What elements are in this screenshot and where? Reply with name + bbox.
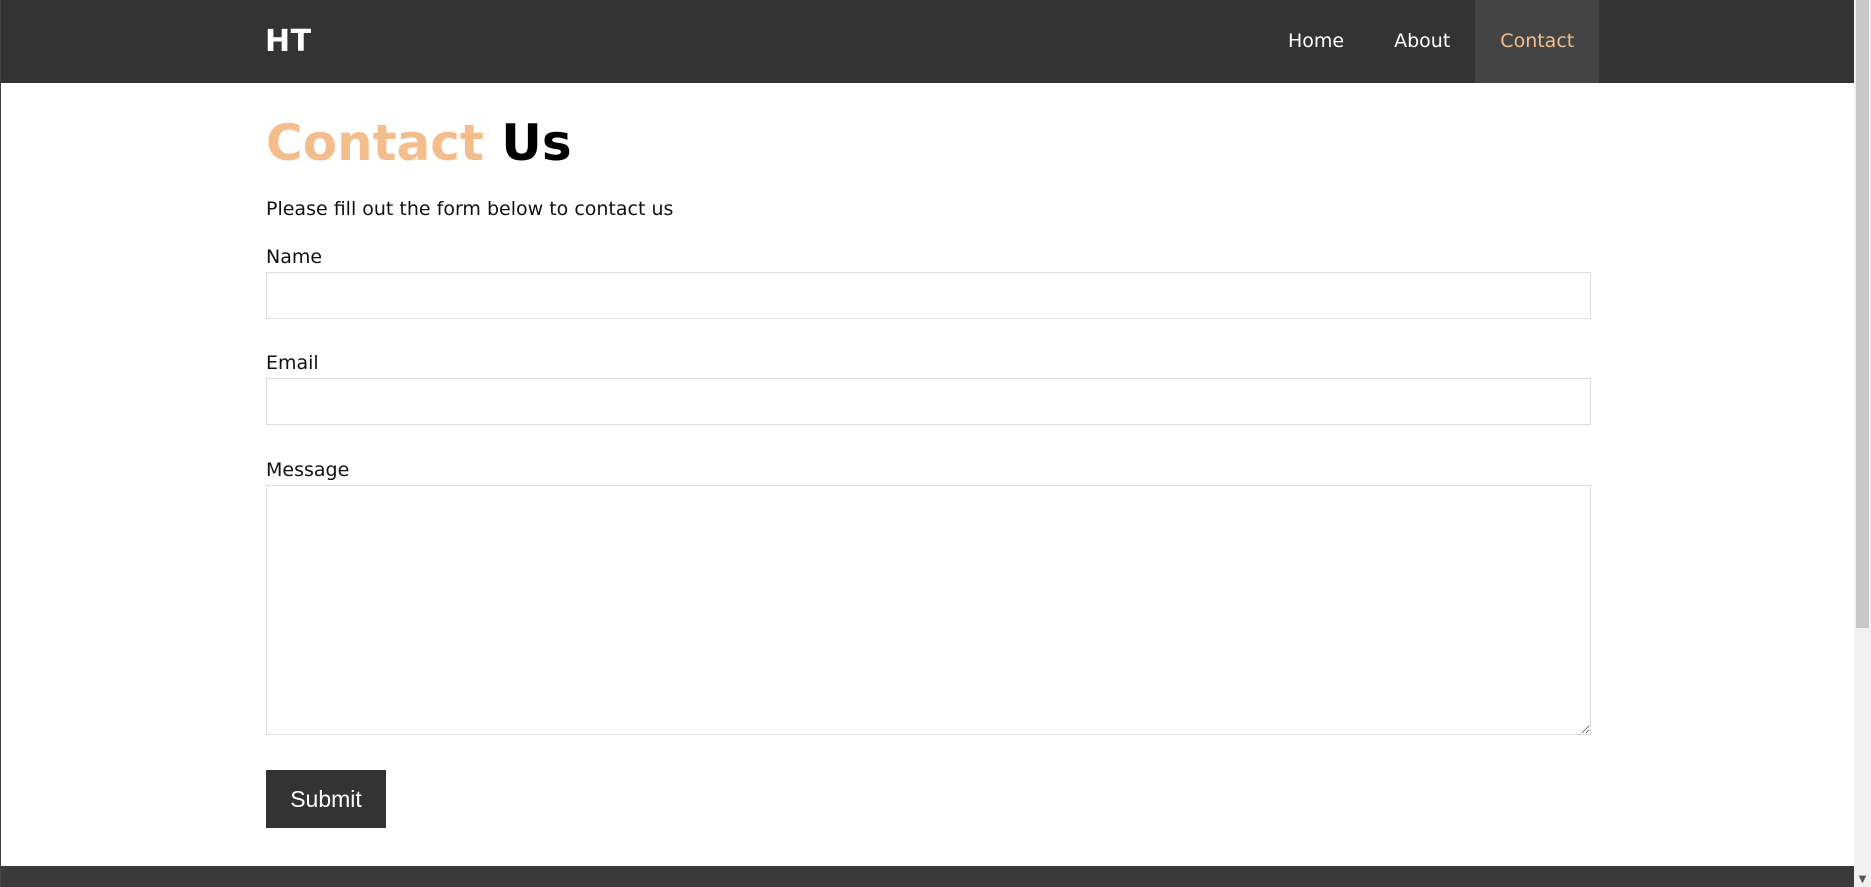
scrollbar-thumb[interactable] bbox=[1856, 0, 1869, 628]
brand-logo[interactable]: HT bbox=[265, 24, 312, 60]
message-field[interactable] bbox=[266, 485, 1591, 735]
title-rest: Us bbox=[501, 114, 572, 172]
vertical-scrollbar[interactable]: ▼ bbox=[1854, 0, 1871, 887]
submit-button[interactable]: Submit bbox=[266, 770, 386, 828]
intro-text: Please fill out the form below to contac… bbox=[266, 198, 674, 220]
footer bbox=[1, 866, 1854, 887]
top-navbar: HT Home About Contact bbox=[1, 0, 1854, 83]
chevron-down-icon[interactable]: ▼ bbox=[1854, 873, 1871, 887]
page-title: Contact Us bbox=[266, 113, 572, 173]
nav-link-home[interactable]: Home bbox=[1263, 0, 1369, 83]
name-field[interactable] bbox=[266, 272, 1591, 319]
name-label: Name bbox=[266, 246, 323, 268]
nav-link-contact[interactable]: Contact bbox=[1475, 0, 1600, 83]
message-label: Message bbox=[266, 459, 350, 481]
email-label: Email bbox=[266, 352, 319, 374]
nav-link-about[interactable]: About bbox=[1369, 0, 1475, 83]
nav-links: Home About Contact bbox=[1263, 0, 1600, 83]
title-accent: Contact bbox=[266, 114, 484, 172]
email-field[interactable] bbox=[266, 378, 1591, 425]
